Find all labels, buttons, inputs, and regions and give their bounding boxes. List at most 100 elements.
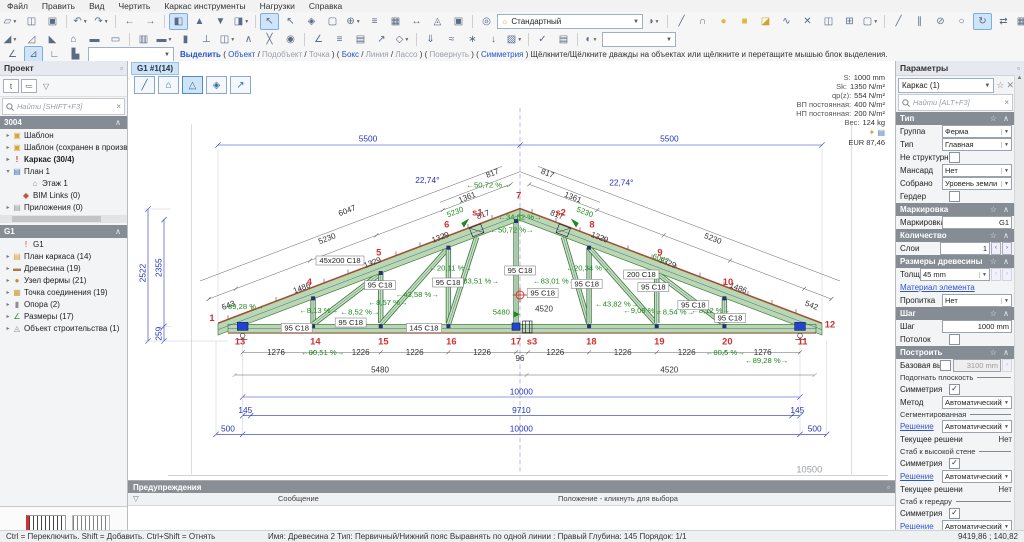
param-select[interactable]: Уровень земли▼	[942, 177, 1012, 190]
dim-chain-tool-button[interactable]: ≡	[330, 31, 349, 48]
parallel-line-button[interactable]: ∥	[910, 13, 929, 30]
label-tool-button[interactable]: ▤	[351, 31, 370, 48]
filter-icon[interactable]: ▽	[133, 494, 139, 503]
draw-freehand-button[interactable]: ∿	[777, 13, 796, 30]
tree-item[interactable]: ▸●Узел фермы (21)	[0, 274, 127, 286]
tree-item[interactable]: ▸▣Шаблон (сохранен в производителе)	[0, 141, 127, 153]
menu-править[interactable]: Править	[35, 1, 82, 11]
dimension-tool-button[interactable]: ∠	[309, 31, 328, 48]
parameters-search[interactable]: Найти [ALT+F3] ×	[898, 94, 1013, 111]
node-tool-button[interactable]: ◉	[281, 31, 300, 48]
nav-forward-button[interactable]: →	[141, 13, 160, 30]
param-section-Количество[interactable]: Количество☆ ∧	[896, 229, 1015, 242]
expand-arrow-icon[interactable]: ▸	[4, 144, 12, 151]
zoom-extents-button[interactable]: ▢	[323, 13, 342, 30]
beam-tool-button[interactable]: ▬▼	[155, 31, 174, 48]
node-plate[interactable]	[722, 296, 726, 300]
tree-item[interactable]: ◆BIM Links (0)	[0, 189, 127, 201]
tree-view-toggle-2[interactable]: ≔	[21, 79, 37, 93]
tree-item[interactable]: !G1	[0, 238, 127, 250]
tool-plan-view-button[interactable]: ⌂	[158, 76, 179, 94]
view-elevation-button[interactable]: ◧	[169, 13, 188, 30]
split-button[interactable]: ⊘	[931, 13, 950, 30]
project-search[interactable]: Найти [SHIFT+F3] ×	[2, 98, 125, 115]
pin-icon[interactable]: ▫	[887, 483, 890, 492]
param-section-Тип[interactable]: Тип☆ ∧	[896, 112, 1015, 125]
prompt-token[interactable]: Выделить	[180, 50, 221, 59]
check-tool-button[interactable]: ✓	[533, 31, 552, 48]
support-tool-button[interactable]: ⊥	[197, 31, 216, 48]
expand-arrow-icon[interactable]: ▸	[4, 204, 12, 211]
circle-tool-button[interactable]: ○	[952, 13, 971, 30]
tree-item[interactable]: ▸▣Шаблон	[0, 129, 127, 141]
splice-tool-button[interactable]: ▬	[85, 31, 104, 48]
point-load-tool-button[interactable]: ↓	[484, 31, 503, 48]
tree-hscrollbar[interactable]	[0, 215, 127, 223]
favorite-star-icon[interactable]: ☆	[996, 80, 1004, 91]
tree-item[interactable]: ▸!Каркас (30/4)	[0, 153, 127, 165]
menu-каркас-инструменты[interactable]: Каркас инструменты	[157, 1, 252, 11]
camera-button[interactable]: ▣	[449, 13, 468, 30]
node-plate[interactable]	[311, 296, 315, 300]
param-link[interactable]: Материал элемента	[900, 283, 975, 292]
param-checkbox[interactable]: ✓	[949, 384, 960, 395]
tree-item[interactable]: ▸∠Размеры (17)	[0, 310, 127, 322]
table-button[interactable]: ▦	[386, 13, 405, 30]
move-button[interactable]: ↔	[407, 13, 426, 30]
snow-load-tool-button[interactable]: ∗	[463, 31, 482, 48]
truss-drawing[interactable]: 5500550022,74°22,74°25222355259100001459…	[128, 61, 895, 480]
spinner-button[interactable]: ‹	[991, 268, 1001, 281]
collapse-icon[interactable]: ∧	[115, 118, 123, 127]
param-link[interactable]: Решение	[900, 472, 934, 481]
bracing-tool-button[interactable]: ╳	[260, 31, 279, 48]
param-link[interactable]: Решение	[900, 522, 934, 530]
param-checkbox[interactable]	[940, 360, 951, 371]
node-plate[interactable]	[587, 324, 591, 328]
plate-tool-button[interactable]: ▭	[106, 31, 125, 48]
draw-polygon-button[interactable]: ◪	[756, 13, 775, 30]
param-select[interactable]: Ферма▼	[942, 125, 1012, 138]
tree-item[interactable]: ▸▤План каркаса (14)	[0, 250, 127, 262]
clear-search-icon[interactable]: ×	[1004, 98, 1009, 107]
save-button[interactable]: ▣	[43, 13, 62, 30]
expand-arrow-icon[interactable]: ▸	[4, 289, 12, 296]
expand-arrow-icon[interactable]: ▸	[4, 277, 12, 284]
param-select[interactable]: Главная▼	[942, 138, 1012, 151]
level-down-button[interactable]: ▼	[211, 13, 230, 30]
node-plate[interactable]	[446, 324, 450, 328]
menu-файл[interactable]: Файл	[0, 1, 35, 11]
object-selector-combo[interactable]: Каркас (1)▼	[898, 78, 994, 93]
param-select[interactable]: Автоматический▼	[942, 396, 1012, 409]
expand-arrow-icon[interactable]: ▸	[4, 132, 12, 139]
pan-button[interactable]: ◈	[302, 13, 321, 30]
param-checkbox[interactable]: ✓	[949, 458, 960, 469]
open-project-button[interactable]: ◫	[22, 13, 41, 30]
param-input[interactable]: G1	[942, 216, 1012, 229]
tree-item[interactable]: ▾▤План 1	[0, 165, 127, 177]
load-tool-button[interactable]: ⇓	[421, 31, 440, 48]
mirror-tool-button[interactable]: ⇄	[994, 13, 1013, 30]
tree-item[interactable]: ▸▤Приложения (0)	[0, 201, 127, 213]
section-header-g1[interactable]: G1∧	[0, 225, 127, 238]
param-section-Маркировка[interactable]: Маркировка☆ ∧	[896, 203, 1015, 216]
param-checkbox[interactable]	[949, 334, 960, 345]
select-add-button[interactable]: ↖	[281, 13, 300, 30]
region-button[interactable]: ▢▼	[861, 13, 880, 30]
expand-arrow-icon[interactable]: ▸	[4, 313, 12, 320]
prompt-token[interactable]: Объект	[228, 50, 255, 59]
tree-item[interactable]: ▸◬Объект строительства (1)	[0, 322, 127, 334]
king-post-node[interactable]	[512, 323, 520, 330]
wall-tool-button[interactable]: ▥	[134, 31, 153, 48]
reference-point-button[interactable]: ◬	[428, 13, 447, 30]
warnings-col-position[interactable]: Положение - кликнуть для выбора	[558, 494, 678, 503]
param-select[interactable]: Нет▼	[942, 294, 1012, 307]
copy-block-button[interactable]: ◫	[819, 13, 838, 30]
layer-combo[interactable]: ▼	[602, 32, 676, 47]
param-link[interactable]: Решение	[900, 422, 934, 431]
draw-arc-button[interactable]: ∩	[693, 13, 712, 30]
construction-line-button[interactable]: ╱	[889, 13, 908, 30]
menu-справка[interactable]: Справка	[302, 1, 349, 11]
node-plate[interactable]	[446, 246, 450, 250]
spinner-button[interactable]: ›	[1002, 268, 1012, 281]
undo-button[interactable]: ↶▼	[71, 13, 90, 30]
